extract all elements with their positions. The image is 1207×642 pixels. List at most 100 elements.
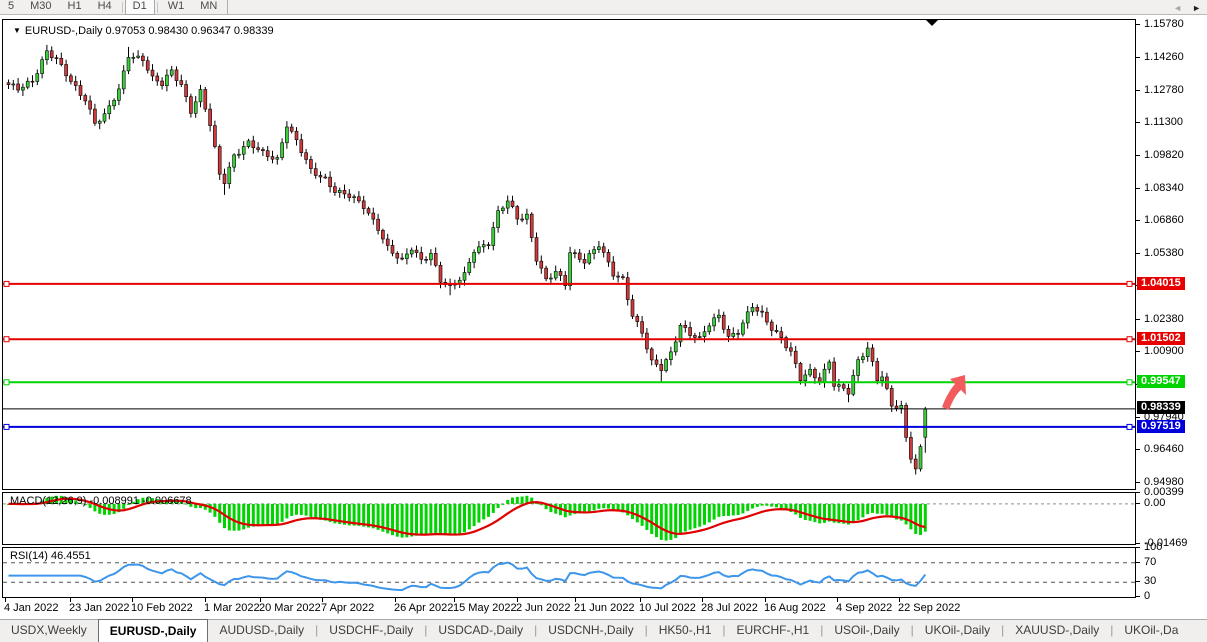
ohlc-low: 0.96347 bbox=[191, 25, 231, 37]
rsi-axis-tick bbox=[1136, 581, 1140, 582]
hline-price-label: 0.97519 bbox=[1137, 420, 1185, 433]
timeframe-toolbar: 5M30H1H4 D1 W1MN bbox=[0, 0, 1207, 15]
y-axis-tick bbox=[1136, 220, 1140, 221]
date-tick-label: 10 Jul 2022 bbox=[639, 602, 696, 614]
tab-audusd-daily[interactable]: AUDUSD-,Daily bbox=[208, 620, 315, 642]
hline-handle[interactable] bbox=[4, 380, 9, 385]
tab-hk50-h1[interactable]: HK50-,H1 bbox=[648, 620, 723, 642]
date-tick-label: 7 Apr 2022 bbox=[321, 602, 374, 614]
rsi-axis-label: 100 bbox=[1144, 541, 1162, 553]
macd-axis-tick bbox=[1136, 543, 1140, 544]
date-tick-label: 1 Mar 2022 bbox=[204, 602, 260, 614]
hline-handle[interactable] bbox=[1127, 337, 1132, 342]
tab-ukoil-da[interactable]: UKOil-,Da bbox=[1113, 620, 1189, 642]
y-axis-tick bbox=[1136, 253, 1140, 254]
hline-price-label: 1.01502 bbox=[1137, 332, 1185, 345]
y-axis-tick-label: 1.12780 bbox=[1144, 84, 1184, 96]
rsi-panel[interactable]: RSI(14) 46.4551 bbox=[2, 547, 1136, 598]
tab-usdcnh-daily[interactable]: USDCNH-,Daily bbox=[537, 620, 644, 642]
date-tick-label: 26 Apr 2022 bbox=[394, 602, 453, 614]
timeframe-button-5[interactable]: 5 bbox=[0, 0, 22, 14]
y-axis-tick bbox=[1136, 57, 1140, 58]
hline-price-label: 1.04015 bbox=[1137, 277, 1185, 290]
timeframe-button-d1[interactable]: D1 bbox=[125, 0, 155, 15]
tab-scroll-arrows: ◄ ► bbox=[1173, 3, 1201, 13]
hline-handle[interactable] bbox=[4, 424, 9, 429]
timeframe-button-mn[interactable]: MN bbox=[192, 0, 225, 14]
y-axis-tick bbox=[1136, 155, 1140, 156]
tab-ukoil-daily[interactable]: UKOil-,Daily bbox=[914, 620, 1001, 642]
hline-handle[interactable] bbox=[4, 281, 9, 286]
date-axis[interactable]: 4 Jan 202223 Jan 202210 Feb 20221 Mar 20… bbox=[0, 598, 1207, 618]
tab-xauusd-daily[interactable]: XAUUSD-,Daily bbox=[1004, 620, 1110, 642]
y-axis-tick-label: 1.05380 bbox=[1144, 247, 1184, 259]
tab-usdx-weekly[interactable]: USDX,Weekly bbox=[0, 620, 98, 642]
y-axis-tick-label: 1.14260 bbox=[1144, 51, 1184, 63]
timeframe-button-w1[interactable]: W1 bbox=[160, 0, 193, 14]
ohlc-close: 0.98339 bbox=[234, 25, 274, 37]
y-axis-tick-label: 1.15780 bbox=[1144, 18, 1184, 30]
y-axis-tick-label: 0.96460 bbox=[1144, 443, 1184, 455]
tab-usoil-daily[interactable]: USOil-,Daily bbox=[823, 620, 910, 642]
y-axis-tick bbox=[1136, 482, 1140, 483]
date-tick-label: 10 Feb 2022 bbox=[131, 602, 193, 614]
y-axis-tick bbox=[1136, 122, 1140, 123]
chart-header: ▼EURUSD-,Daily0.970530.984300.963470.983… bbox=[13, 25, 277, 37]
hline-handle[interactable] bbox=[1127, 424, 1132, 429]
rsi-line bbox=[9, 563, 926, 590]
tab-scroll-right-icon[interactable]: ► bbox=[1192, 3, 1201, 13]
macd-panel[interactable]: MACD(12,26,9) -0.008991 -0.006678 bbox=[2, 492, 1136, 545]
hline-handle[interactable] bbox=[1127, 281, 1132, 286]
hline-price-label: 0.99547 bbox=[1137, 375, 1185, 388]
rsi-axis-label: 30 bbox=[1144, 575, 1156, 587]
horizontal-lines[interactable] bbox=[3, 281, 1135, 429]
tab-eurusd-daily[interactable]: EURUSD-,Daily bbox=[98, 619, 209, 642]
current-price-label: 0.98339 bbox=[1137, 401, 1185, 414]
tab-scroll-left-icon[interactable]: ◄ bbox=[1173, 3, 1182, 13]
y-axis-tick-label: 1.09820 bbox=[1144, 149, 1184, 161]
tab-usdcad-daily[interactable]: USDCAD-,Daily bbox=[427, 620, 534, 642]
y-axis-tick bbox=[1136, 90, 1140, 91]
y-axis-tick bbox=[1136, 351, 1140, 352]
date-tick-label: 20 Mar 2022 bbox=[259, 602, 321, 614]
rsi-label: RSI(14) 46.4551 bbox=[10, 550, 91, 562]
tab-usdchf-daily[interactable]: USDCHF-,Daily bbox=[318, 620, 424, 642]
hline-handle[interactable] bbox=[4, 337, 9, 342]
price-axis[interactable]: 1.157801.142601.127801.113001.098201.083… bbox=[1136, 19, 1207, 599]
rsi-axis-tick bbox=[1136, 562, 1140, 563]
y-axis-tick bbox=[1136, 24, 1140, 25]
tab-eurchf-h1[interactable]: EURCHF-,H1 bbox=[726, 620, 821, 642]
date-tick-label: 2 Jun 2022 bbox=[516, 602, 570, 614]
y-axis-tick bbox=[1136, 319, 1140, 320]
y-axis-tick-label: 1.00900 bbox=[1144, 345, 1184, 357]
timeframe-button-h1[interactable]: H1 bbox=[60, 0, 90, 14]
timeframe-button-h4[interactable]: H4 bbox=[90, 0, 120, 14]
y-axis-tick-label: 1.08340 bbox=[1144, 182, 1184, 194]
rsi-axis-label: 70 bbox=[1144, 556, 1156, 568]
symbol-dropdown-icon[interactable]: ▼ bbox=[13, 26, 21, 35]
date-tick-label: 16 Aug 2022 bbox=[764, 602, 826, 614]
candlestick-chart[interactable] bbox=[3, 20, 1135, 489]
y-axis-tick-label: 1.06860 bbox=[1144, 214, 1184, 226]
toolbar-separator bbox=[227, 0, 228, 14]
ohlc-high: 0.98430 bbox=[148, 25, 188, 37]
hline-handle[interactable] bbox=[1127, 380, 1132, 385]
rsi-axis-tick bbox=[1136, 596, 1140, 597]
y-axis-tick bbox=[1136, 188, 1140, 189]
red-up-arrow[interactable] bbox=[942, 375, 966, 410]
date-tick-label: 28 Jul 2022 bbox=[701, 602, 758, 614]
rsi-chart bbox=[3, 548, 1135, 597]
macd-label: MACD(12,26,9) -0.008991 -0.006678 bbox=[10, 495, 192, 507]
date-tick-label: 15 May 2022 bbox=[453, 602, 517, 614]
chart-shift-marker[interactable] bbox=[926, 20, 938, 26]
macd-axis-label: 0.00 bbox=[1144, 497, 1165, 509]
price-chart-panel[interactable]: ▼EURUSD-,Daily0.970530.984300.963470.983… bbox=[2, 19, 1136, 490]
toolbar-separator bbox=[157, 2, 158, 13]
y-axis-tick-label: 1.02380 bbox=[1144, 313, 1184, 325]
date-tick-label: 4 Jan 2022 bbox=[4, 602, 58, 614]
y-axis-tick bbox=[1136, 417, 1140, 418]
timeframe-button-m30[interactable]: M30 bbox=[22, 0, 59, 14]
macd-axis-tick bbox=[1136, 503, 1140, 504]
y-axis-tick bbox=[1136, 449, 1140, 450]
date-tick-label: 4 Sep 2022 bbox=[836, 602, 892, 614]
